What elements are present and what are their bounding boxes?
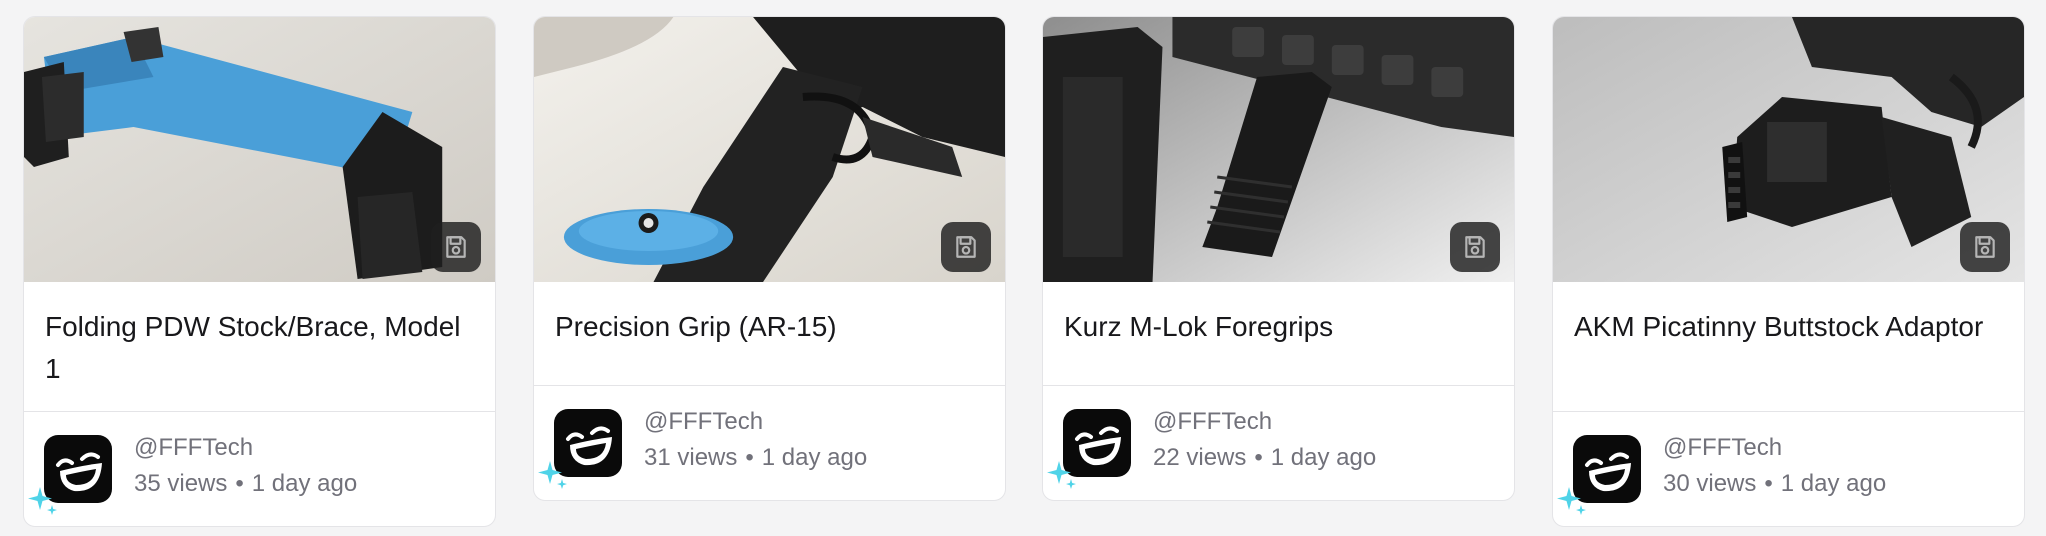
save-button[interactable]	[1960, 222, 2010, 272]
thumbnail-image	[1553, 17, 2024, 282]
sparkle-icon	[1557, 487, 1586, 515]
view-count: 35 views	[134, 470, 228, 497]
card-meta: @FFFTech 35 views • 1 day ago	[24, 412, 495, 526]
model-card[interactable]: Precision Grip (AR-15) @FFFTech 31 views…	[533, 16, 1006, 501]
title-area: AKM Picatinny Buttstock Adaptor	[1553, 282, 2024, 412]
model-title[interactable]: Kurz M-Lok Foregrips	[1064, 306, 1492, 348]
model-title[interactable]: Precision Grip (AR-15)	[555, 306, 983, 348]
model-title[interactable]: AKM Picatinny Buttstock Adaptor	[1574, 306, 2002, 348]
separator-dot: •	[1254, 444, 1263, 471]
model-card[interactable]: AKM Picatinny Buttstock Adaptor @FFFTech…	[1552, 16, 2025, 527]
model-thumbnail[interactable]	[1043, 17, 1514, 282]
author-handle[interactable]: @FFFTech	[644, 408, 763, 436]
title-area: Kurz M-Lok Foregrips	[1043, 282, 1514, 386]
thumbnail-image	[1043, 17, 1514, 282]
floppy-disk-icon	[956, 236, 976, 258]
card-meta: @FFFTech 22 views • 1 day ago	[1043, 386, 1514, 500]
sparkle-icon	[28, 487, 57, 515]
separator-dot: •	[1764, 470, 1773, 497]
separator-dot: •	[745, 444, 754, 471]
floppy-disk-icon	[1465, 236, 1485, 258]
card-meta: @FFFTech 30 views • 1 day ago	[1553, 412, 2024, 526]
card-meta: @FFFTech 31 views • 1 day ago	[534, 386, 1005, 500]
save-button[interactable]	[431, 222, 481, 272]
separator-dot: •	[235, 470, 244, 497]
author-handle[interactable]: @FFFTech	[134, 434, 253, 462]
sparkle-icon	[1047, 461, 1076, 489]
upload-age: 1 day ago	[761, 444, 868, 471]
upload-age: 1 day ago	[1780, 470, 1887, 497]
avatar[interactable]	[538, 409, 622, 489]
view-count: 22 views	[1153, 444, 1247, 471]
floppy-disk-icon	[1975, 236, 1995, 258]
model-thumbnail[interactable]	[534, 17, 1005, 282]
save-button[interactable]	[941, 222, 991, 272]
sparkle-icon	[538, 461, 567, 489]
avatar[interactable]	[1557, 435, 1641, 515]
thumbnail-image	[24, 17, 495, 282]
model-card-row: Folding PDW Stock/Brace, Model 1 @FFFTec…	[0, 0, 2046, 536]
upload-age: 1 day ago	[1270, 444, 1377, 471]
title-area: Folding PDW Stock/Brace, Model 1	[24, 282, 495, 412]
card-stats: 35 views • 1 day ago	[134, 470, 357, 498]
view-count: 31 views	[644, 444, 738, 471]
title-area: Precision Grip (AR-15)	[534, 282, 1005, 386]
author-handle[interactable]: @FFFTech	[1153, 408, 1272, 436]
card-stats: 31 views • 1 day ago	[644, 444, 867, 472]
card-stats: 30 views • 1 day ago	[1663, 470, 1886, 498]
avatar[interactable]	[1047, 409, 1131, 489]
save-button[interactable]	[1450, 222, 1500, 272]
model-card[interactable]: Folding PDW Stock/Brace, Model 1 @FFFTec…	[23, 16, 496, 527]
view-count: 30 views	[1663, 470, 1757, 497]
model-thumbnail[interactable]	[1553, 17, 2024, 282]
floppy-disk-icon	[446, 236, 466, 258]
avatar[interactable]	[28, 435, 112, 515]
model-title[interactable]: Folding PDW Stock/Brace, Model 1	[45, 306, 473, 390]
model-card[interactable]: Kurz M-Lok Foregrips @FFFTech 22 views • 1…	[1042, 16, 1515, 501]
model-thumbnail[interactable]	[24, 17, 495, 282]
thumbnail-image	[534, 17, 1005, 282]
author-handle[interactable]: @FFFTech	[1663, 434, 1782, 462]
card-stats: 22 views • 1 day ago	[1153, 444, 1376, 472]
upload-age: 1 day ago	[251, 470, 358, 497]
